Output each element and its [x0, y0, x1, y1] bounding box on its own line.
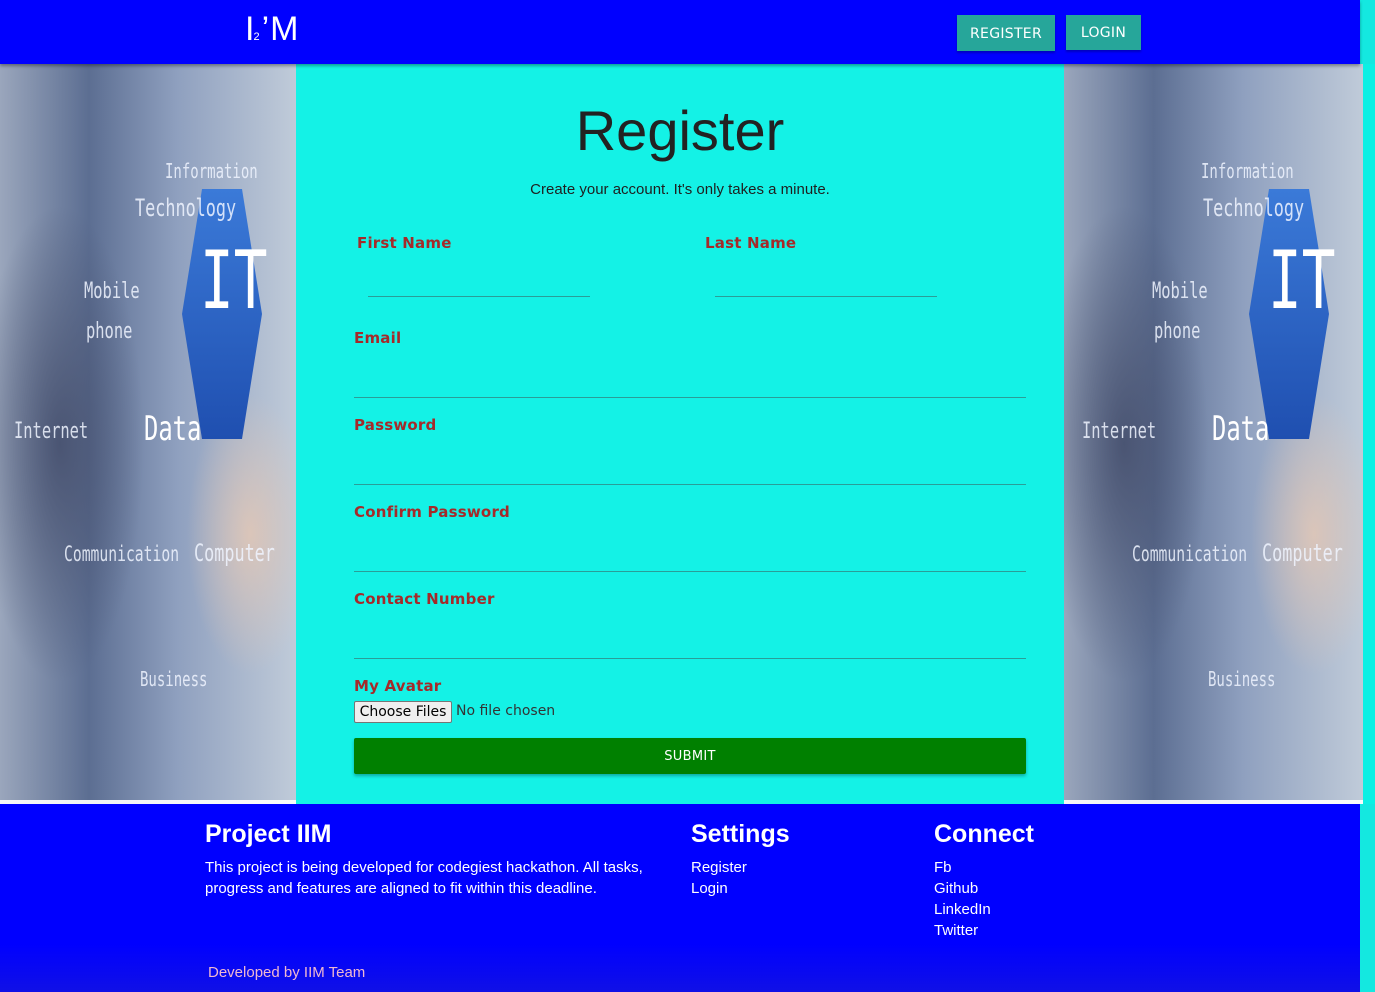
- footer-link-login[interactable]: Login: [691, 880, 728, 897]
- navbar: I2’M REGISTER LOGIN: [0, 0, 1360, 64]
- bg-word: Technology: [135, 194, 237, 222]
- bg-word: Information: [165, 159, 258, 183]
- bg-word: Internet: [1082, 419, 1157, 444]
- footer-link-twitter[interactable]: Twitter: [934, 922, 978, 939]
- logo-tail: ’M: [261, 10, 300, 48]
- brand-logo[interactable]: I2’M: [245, 10, 299, 49]
- contact-number-underline: [354, 658, 1026, 659]
- last-name-field[interactable]: [715, 264, 937, 296]
- confirm-password-label: Confirm Password: [354, 503, 510, 521]
- nav-register-button[interactable]: REGISTER: [957, 15, 1055, 51]
- logo-sub: 2: [253, 31, 261, 43]
- first-name-underline: [368, 296, 590, 297]
- bg-word: Communication: [1132, 542, 1248, 566]
- register-card: Register Create your account. It's only …: [296, 64, 1064, 804]
- password-label: Password: [354, 416, 437, 434]
- file-status-text: No file chosen: [456, 703, 556, 719]
- footer-link-register[interactable]: Register: [691, 859, 747, 876]
- bg-word: Mobile: [84, 279, 140, 304]
- bg-word: Technology: [1203, 194, 1305, 222]
- bg-word: phone: [86, 319, 133, 344]
- bg-word: Internet: [14, 419, 89, 444]
- bg-word: Mobile: [1152, 279, 1208, 304]
- confirm-password-field[interactable]: [354, 534, 1026, 570]
- bg-word: Data: [144, 409, 202, 449]
- footer-link-linkedin[interactable]: LinkedIn: [934, 901, 991, 918]
- footer-project-text: This project is being developed for code…: [205, 859, 643, 897]
- password-underline: [354, 484, 1026, 485]
- footer-connect-heading: Connect: [934, 820, 1034, 848]
- bg-word: Communication: [64, 542, 180, 566]
- last-name-label: Last Name: [705, 234, 797, 252]
- page-subtitle: Create your account. It's only takes a m…: [530, 181, 830, 198]
- page-title: Register: [575, 99, 785, 162]
- bg-word: Business: [1208, 667, 1276, 691]
- footer-project-heading: Project IIM: [205, 820, 332, 848]
- submit-button[interactable]: SUBMIT: [354, 738, 1026, 774]
- bg-word: Computer: [1262, 539, 1343, 567]
- footer: Project IIM This project is being develo…: [0, 804, 1360, 992]
- email-underline: [354, 397, 1026, 398]
- footer-link-github[interactable]: Github: [934, 880, 978, 897]
- bg-word: Information: [1201, 159, 1294, 183]
- footer-copyright-band: [0, 944, 1360, 992]
- email-label: Email: [354, 329, 402, 347]
- contact-number-label: Contact Number: [354, 590, 495, 608]
- footer-copyright: Developed by IIM Team: [208, 964, 366, 981]
- footer-link-fb[interactable]: Fb: [934, 859, 952, 876]
- bg-word: Computer: [194, 539, 275, 567]
- avatar-label: My Avatar: [354, 677, 442, 695]
- confirm-password-underline: [354, 571, 1026, 572]
- first-name-label: First Name: [357, 234, 452, 252]
- bg-word: IT: [1268, 234, 1336, 327]
- footer-settings-heading: Settings: [691, 820, 790, 848]
- nav-login-button[interactable]: LOGIN: [1066, 15, 1141, 50]
- last-name-underline: [715, 296, 937, 297]
- first-name-field[interactable]: [368, 264, 590, 296]
- bg-word: phone: [1154, 319, 1201, 344]
- bg-word: IT: [200, 234, 268, 327]
- contact-number-field[interactable]: [354, 621, 1026, 657]
- background-image-right: Information Technology Mobile phone IT D…: [1064, 64, 1363, 804]
- background-image-left: Information Technology Mobile phone IT D…: [0, 64, 296, 804]
- bg-word: Business: [140, 667, 208, 691]
- bg-word: Data: [1212, 409, 1270, 449]
- page-edge-strip-inner: [1363, 64, 1375, 804]
- email-field[interactable]: [354, 360, 1026, 396]
- password-field[interactable]: [354, 447, 1026, 483]
- choose-files-button[interactable]: Choose Files: [354, 701, 452, 723]
